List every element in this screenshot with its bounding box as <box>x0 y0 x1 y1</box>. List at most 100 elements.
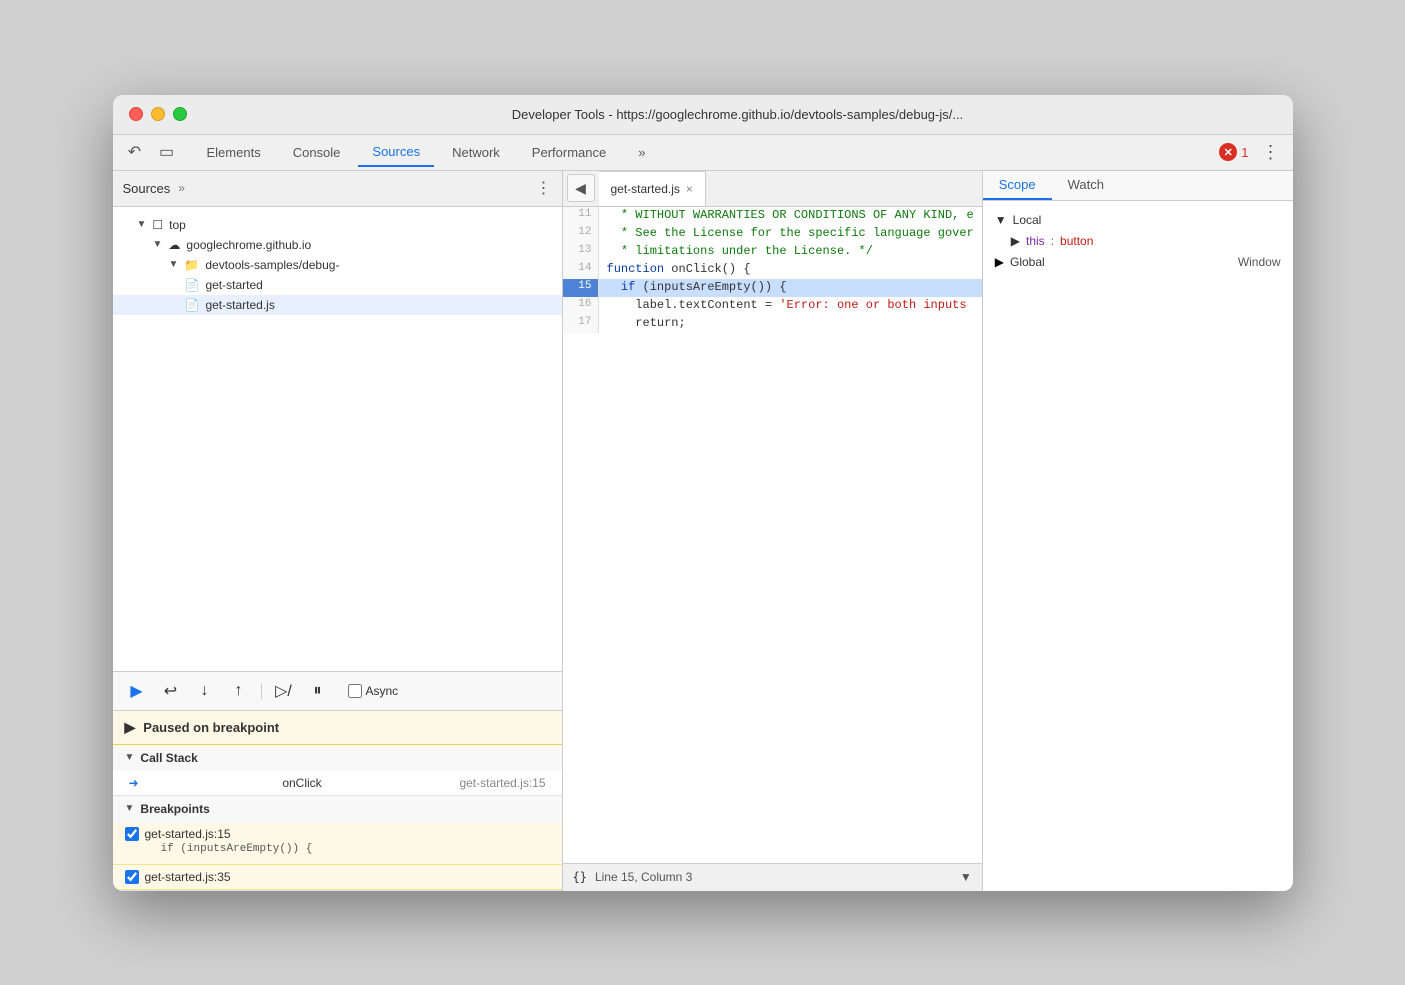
tree-icon-cloud: ☁ <box>168 238 180 252</box>
breakpoint-checkbox-15[interactable] <box>125 827 139 841</box>
code-content-13: * limitations under the License. */ <box>599 243 982 261</box>
tree-item-getstarted-js[interactable]: 📄 get-started.js <box>113 295 562 315</box>
scope-global-title: Global <box>1010 255 1045 269</box>
call-stack-name: onClick <box>282 776 321 790</box>
call-stack-title: Call Stack <box>140 751 197 765</box>
window-title: Developer Tools - https://googlechrome.g… <box>199 107 1277 122</box>
error-count: 1 <box>1241 145 1248 160</box>
tree-icon-top: ☐ <box>152 218 163 232</box>
paused-label: Paused on breakpoint <box>143 720 279 735</box>
more-options-button[interactable]: ⋮ <box>1257 138 1285 166</box>
tab-sources[interactable]: Sources <box>358 138 434 167</box>
step-over-button[interactable]: ↩ <box>159 679 183 703</box>
tree-item-folder[interactable]: ▼ 📁 devtools-samples/debug- <box>113 255 562 275</box>
panel-title: Sources <box>123 181 171 196</box>
tree-icon-js: 📄 <box>185 298 200 312</box>
async-checkbox[interactable] <box>348 684 362 698</box>
tab-performance[interactable]: Performance <box>518 139 620 166</box>
tree-label-domain: googlechrome.github.io <box>186 238 311 252</box>
tab-elements[interactable]: Elements <box>193 139 275 166</box>
scope-this-value: button <box>1060 234 1093 248</box>
separator <box>261 683 262 699</box>
content-split: ◀ get-started.js × 11 * WITHOUT WARRANTI… <box>563 171 1293 891</box>
tree-item-domain[interactable]: ▼ ☁ googlechrome.github.io <box>113 235 562 255</box>
code-content-16: label.textContent = 'Error: one or both … <box>599 297 982 315</box>
tree-item-top[interactable]: ▼ ☐ top <box>113 215 562 235</box>
scope-tab-watch[interactable]: Watch <box>1052 171 1120 200</box>
scope-this-key: this <box>1026 234 1045 248</box>
call-stack-arrow: ➜ <box>129 776 139 790</box>
tree-arrow-icon: ▼ <box>137 219 147 230</box>
tree-label-getstarted-js: get-started.js <box>205 298 274 312</box>
breakpoint-label-15: get-started.js:15 <box>125 827 550 841</box>
code-content-11: * WITHOUT WARRANTIES OR CONDITIONS OF AN… <box>599 207 982 225</box>
breakpoint-file-15: get-started.js:15 <box>145 827 231 841</box>
traffic-lights <box>129 107 187 121</box>
call-stack-location: get-started.js:15 <box>459 776 545 790</box>
breakpoint-item-15: get-started.js:15 if (inputsAreEmpty()) … <box>113 822 562 865</box>
status-position: Line 15, Column 3 <box>595 870 692 884</box>
call-stack-header[interactable]: ▼ Call Stack <box>113 745 562 771</box>
line-num-11: 11 <box>563 207 599 225</box>
panel-more-button[interactable]: ⋮ <box>536 178 552 198</box>
scope-panel: Scope Watch ▼ Local ▶ this : button <box>982 171 1293 891</box>
scope-tab-scope[interactable]: Scope <box>983 171 1052 200</box>
devtools-window: Developer Tools - https://googlechrome.g… <box>113 95 1293 891</box>
tree-icon-file: 📄 <box>185 278 200 292</box>
scope-global-section[interactable]: ▶ Global Window <box>983 251 1293 273</box>
breakpoints-header[interactable]: ▼ Breakpoints <box>113 796 562 822</box>
tab-network[interactable]: Network <box>438 139 514 166</box>
editor-tab-close-button[interactable]: × <box>686 182 693 196</box>
breakpoint-label-35: get-started.js:35 <box>125 870 550 884</box>
main-area: Sources » ⋮ ▼ ☐ top ▼ ☁ googlechrome.git… <box>113 171 1293 891</box>
chevron-right-icon: » <box>178 181 185 195</box>
tab-bar-icons: ↶ ▭ <box>121 138 181 166</box>
code-line-13: 13 * limitations under the License. */ <box>563 243 982 261</box>
pause-on-exceptions-button[interactable]: ⏸ <box>306 679 330 703</box>
scope-global-arrow: ▶ <box>995 255 1004 269</box>
code-editor[interactable]: 11 * WITHOUT WARRANTIES OR CONDITIONS OF… <box>563 207 982 863</box>
code-line-11: 11 * WITHOUT WARRANTIES OR CONDITIONS OF… <box>563 207 982 225</box>
status-icon[interactable]: ▼ <box>960 870 972 884</box>
cursor-icon[interactable]: ↶ <box>121 138 149 166</box>
breakpoints-arrow-icon: ▼ <box>125 803 135 814</box>
line-num-12: 12 <box>563 225 599 243</box>
step-into-button[interactable]: ↓ <box>193 679 217 703</box>
tree-arrow-icon: ▼ <box>153 239 163 250</box>
call-stack-item-onclick[interactable]: ➜ onClick get-started.js:15 <box>113 771 562 795</box>
paused-banner: ▶ Paused on breakpoint <box>113 711 562 745</box>
async-checkbox-group: Async <box>348 684 399 698</box>
tree-item-getstarted[interactable]: 📄 get-started <box>113 275 562 295</box>
close-button[interactable] <box>129 107 143 121</box>
scope-tab-bar: Scope Watch <box>983 171 1293 201</box>
code-line-16: 16 label.textContent = 'Error: one or bo… <box>563 297 982 315</box>
tab-more[interactable]: » <box>624 139 659 166</box>
scope-this-item[interactable]: ▶ this : button <box>983 231 1293 251</box>
tree-label-folder: devtools-samples/debug- <box>205 258 339 272</box>
resume-button[interactable]: ▶ <box>125 679 149 703</box>
editor-nav-button[interactable]: ◀ <box>567 174 595 202</box>
scope-item-arrow: ▶ <box>1011 234 1020 248</box>
code-line-15: 15 if (inputsAreEmpty()) { <box>563 279 982 297</box>
maximize-button[interactable] <box>173 107 187 121</box>
scope-local-header[interactable]: ▼ Local <box>983 209 1293 231</box>
left-panel-header: Sources » ⋮ <box>113 171 562 207</box>
breakpoints-title: Breakpoints <box>140 802 209 816</box>
async-label: Async <box>366 684 399 698</box>
line-num-15: 15 <box>563 279 599 297</box>
tree-label-top: top <box>169 218 186 232</box>
deactivate-breakpoints-button[interactable]: ▷/ <box>272 679 296 703</box>
breakpoint-item-35: get-started.js:35 <box>113 865 562 890</box>
code-content-12: * See the License for the specific langu… <box>599 225 982 243</box>
breakpoint-checkbox-35[interactable] <box>125 870 139 884</box>
tab-console[interactable]: Console <box>279 139 355 166</box>
line-num-13: 13 <box>563 243 599 261</box>
minimize-button[interactable] <box>151 107 165 121</box>
scope-content: ▼ Local ▶ this : button ▶ Global <box>983 201 1293 891</box>
tree-label-getstarted: get-started <box>205 278 262 292</box>
device-icon[interactable]: ▭ <box>153 138 181 166</box>
editor-tab-getstarted-js[interactable]: get-started.js × <box>599 171 706 206</box>
code-content-15: if (inputsAreEmpty()) { <box>599 279 982 297</box>
step-out-button[interactable]: ↑ <box>227 679 251 703</box>
scope-local-title: Local <box>1013 213 1042 227</box>
